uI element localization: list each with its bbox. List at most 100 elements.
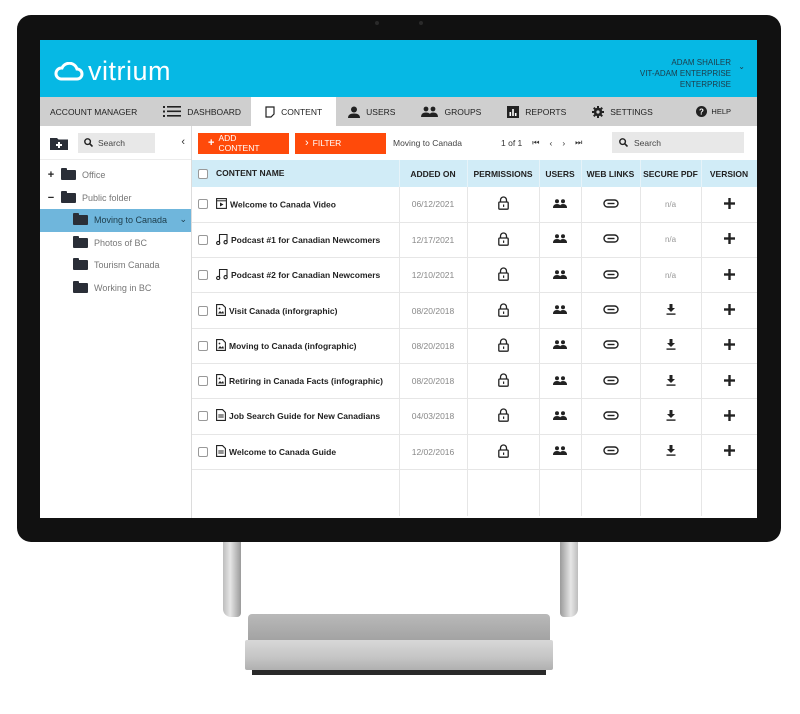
permissions-cell[interactable] bbox=[467, 257, 540, 293]
download-icon[interactable] bbox=[666, 445, 676, 457]
content-search-input[interactable]: Search bbox=[612, 132, 744, 153]
version-cell[interactable] bbox=[701, 328, 757, 364]
lock-icon[interactable] bbox=[497, 408, 509, 423]
prev-page-icon[interactable]: ‹ bbox=[549, 138, 552, 148]
table-row[interactable]: Podcast #2 for Canadian Newcomers 12/10/… bbox=[192, 257, 757, 293]
chevron-down-icon[interactable]: ⌄ bbox=[738, 62, 745, 71]
secure-pdf-cell[interactable] bbox=[640, 292, 702, 329]
link-icon[interactable] bbox=[602, 305, 619, 314]
collapse-icon[interactable]: − bbox=[45, 192, 57, 204]
group-icon[interactable] bbox=[553, 375, 567, 385]
tree-item-public-folder[interactable]: − Public folder bbox=[40, 187, 191, 210]
permissions-cell[interactable] bbox=[467, 363, 540, 399]
version-cell[interactable] bbox=[701, 292, 757, 329]
web-links-cell[interactable] bbox=[581, 398, 641, 435]
users-cell[interactable] bbox=[539, 398, 582, 435]
row-checkbox[interactable] bbox=[198, 411, 208, 422]
web-links-cell[interactable] bbox=[581, 222, 641, 258]
link-icon[interactable] bbox=[602, 340, 619, 350]
lock-icon[interactable] bbox=[497, 373, 509, 387]
add-version-icon[interactable] bbox=[723, 339, 735, 351]
row-checkbox[interactable] bbox=[198, 446, 208, 457]
add-version-icon[interactable] bbox=[723, 445, 735, 457]
col-permissions[interactable]: PERMISSIONS bbox=[467, 160, 540, 187]
version-cell[interactable] bbox=[701, 363, 757, 399]
version-cell[interactable] bbox=[701, 187, 757, 223]
version-cell[interactable] bbox=[701, 257, 757, 293]
collapse-sidebar-button[interactable]: ‹ bbox=[181, 136, 185, 148]
web-links-cell[interactable] bbox=[581, 434, 641, 470]
nav-account-manager[interactable]: ACCOUNT MANAGER bbox=[40, 97, 147, 126]
table-row[interactable]: Moving to Canada (infographic) 08/20/201… bbox=[192, 328, 757, 364]
group-icon[interactable] bbox=[553, 305, 567, 315]
help-button[interactable]: ? HELP bbox=[696, 97, 731, 126]
group-icon[interactable] bbox=[553, 234, 567, 244]
first-page-icon[interactable]: ⏮ bbox=[532, 138, 539, 148]
content-name-cell[interactable]: Retiring in Canada Facts (infographic) bbox=[192, 363, 400, 399]
download-icon[interactable] bbox=[666, 339, 676, 351]
lock-icon[interactable] bbox=[497, 302, 509, 317]
add-content-button[interactable]: + ADD CONTENT bbox=[198, 132, 289, 154]
version-cell[interactable] bbox=[701, 398, 757, 435]
lock-icon[interactable] bbox=[497, 196, 509, 211]
permissions-cell[interactable] bbox=[467, 222, 540, 258]
col-content-name[interactable]: CONTENT NAME bbox=[192, 160, 400, 187]
group-icon[interactable] bbox=[553, 199, 567, 208]
link-icon[interactable] bbox=[602, 446, 619, 455]
lock-icon[interactable] bbox=[497, 444, 509, 458]
version-cell[interactable] bbox=[701, 434, 757, 470]
col-version[interactable]: VERSION bbox=[701, 160, 757, 187]
link-icon[interactable] bbox=[602, 199, 619, 208]
filter-button[interactable]: › FILTER bbox=[295, 132, 386, 154]
nav-settings[interactable]: SETTINGS bbox=[576, 97, 663, 126]
select-all-checkbox[interactable] bbox=[198, 168, 208, 179]
content-name[interactable]: Retiring in Canada Facts (infographic) bbox=[229, 376, 383, 386]
row-checkbox[interactable] bbox=[198, 376, 208, 387]
row-checkbox[interactable] bbox=[198, 270, 208, 281]
users-cell[interactable] bbox=[539, 363, 582, 399]
col-added-on[interactable]: ADDED ON bbox=[399, 160, 468, 187]
secure-pdf-cell[interactable] bbox=[640, 398, 702, 435]
tree-item-office[interactable]: + Office bbox=[40, 164, 191, 187]
table-row[interactable]: Visit Canada (inforgraphic) 08/20/2018 bbox=[192, 292, 757, 329]
lock-icon[interactable] bbox=[497, 338, 509, 352]
add-version-icon[interactable] bbox=[723, 233, 735, 245]
table-row[interactable]: Podcast #1 for Canadian Newcomers 12/17/… bbox=[192, 222, 757, 258]
table-row[interactable]: Job Search Guide for New Canadians 04/03… bbox=[192, 398, 757, 435]
link-icon[interactable] bbox=[602, 234, 619, 244]
link-icon[interactable] bbox=[602, 270, 619, 279]
content-name[interactable]: Podcast #2 for Canadian Newcomers bbox=[231, 270, 380, 280]
permissions-cell[interactable] bbox=[467, 292, 540, 329]
table-row[interactable]: Retiring in Canada Facts (infographic) 0… bbox=[192, 363, 757, 399]
row-checkbox[interactable] bbox=[198, 340, 208, 351]
lock-icon[interactable] bbox=[497, 267, 509, 282]
col-web-links[interactable]: WEB LINKS bbox=[581, 160, 641, 187]
web-links-cell[interactable] bbox=[581, 257, 641, 293]
lock-icon[interactable] bbox=[497, 232, 509, 246]
sidebar-search-input[interactable]: Search bbox=[78, 132, 155, 153]
vitrium-logo[interactable]: vitrium bbox=[54, 56, 171, 87]
tree-item-moving-to-canada[interactable]: Moving to Canada ⌄ bbox=[40, 209, 191, 232]
content-name-cell[interactable]: Welcome to Canada Guide bbox=[192, 434, 400, 470]
next-page-icon[interactable]: › bbox=[562, 138, 565, 148]
users-cell[interactable] bbox=[539, 434, 582, 470]
web-links-cell[interactable] bbox=[581, 187, 641, 223]
permissions-cell[interactable] bbox=[467, 434, 540, 470]
add-version-icon[interactable] bbox=[723, 409, 735, 421]
add-version-icon[interactable] bbox=[723, 268, 735, 280]
content-name[interactable]: Welcome to Canada Guide bbox=[229, 447, 336, 457]
secure-pdf-cell[interactable] bbox=[640, 363, 702, 399]
permissions-cell[interactable] bbox=[467, 187, 540, 223]
nav-content[interactable]: CONTENT bbox=[251, 97, 337, 126]
tree-item-photos-of-bc[interactable]: Photos of BC bbox=[40, 232, 191, 255]
table-row[interactable]: Welcome to Canada Guide 12/02/2016 bbox=[192, 434, 757, 470]
last-page-icon[interactable]: ⏭ bbox=[575, 138, 582, 148]
version-cell[interactable] bbox=[701, 222, 757, 258]
link-icon[interactable] bbox=[602, 411, 619, 420]
row-checkbox[interactable] bbox=[198, 234, 208, 245]
users-cell[interactable] bbox=[539, 257, 582, 293]
permissions-cell[interactable] bbox=[467, 328, 540, 364]
add-version-icon[interactable] bbox=[723, 374, 735, 386]
row-checkbox[interactable] bbox=[198, 199, 208, 210]
add-folder-icon[interactable] bbox=[50, 136, 68, 150]
